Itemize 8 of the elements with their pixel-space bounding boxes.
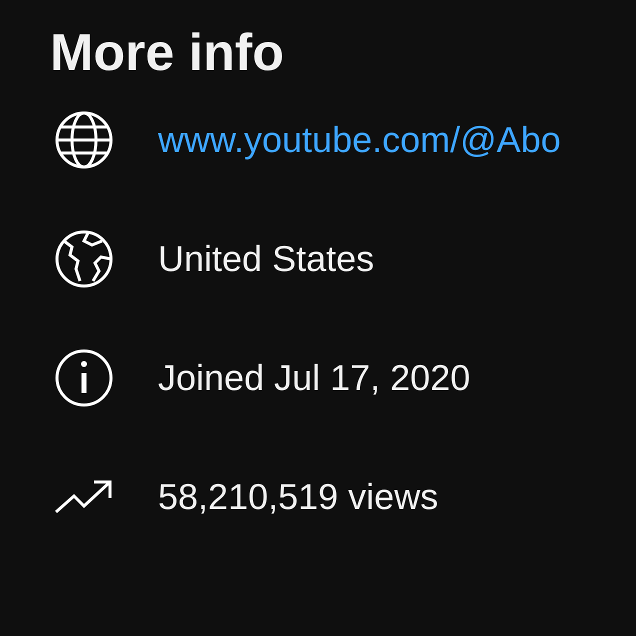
section-title: More info: [50, 23, 285, 84]
info-text: United States: [158, 238, 374, 280]
channel-link[interactable]: www.youtube.com/@Abo: [158, 119, 561, 161]
info-icon: [54, 348, 114, 408]
info-text: 58,210,519 views: [158, 476, 438, 518]
info-text: Joined Jul 17, 2020: [158, 357, 470, 399]
earth-icon: [54, 229, 114, 289]
globe-icon: [54, 110, 114, 170]
